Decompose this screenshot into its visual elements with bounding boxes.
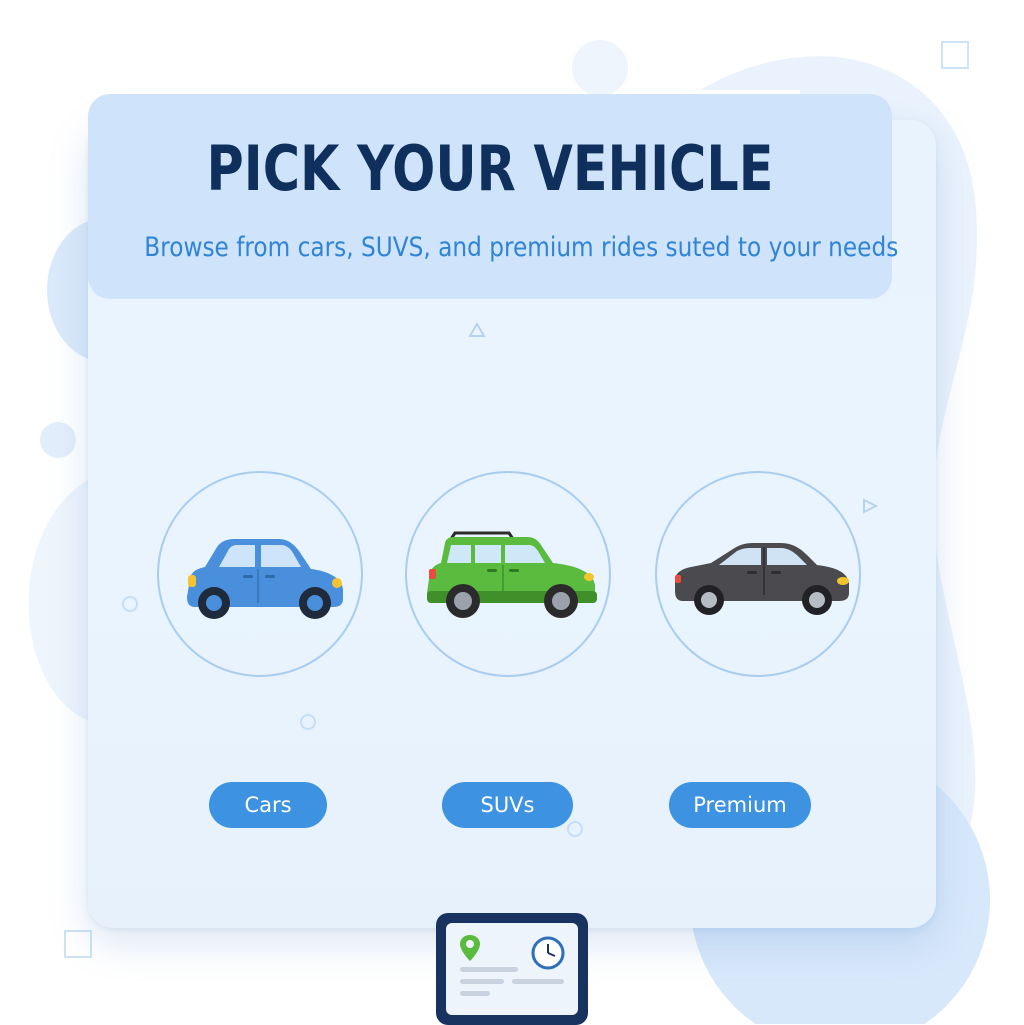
tablet-device <box>436 913 588 1025</box>
page-subtitle: Browse from cars, SUVS, and premium ride… <box>144 232 899 263</box>
decorative-ring <box>122 596 138 612</box>
vehicle-option-cars[interactable] <box>157 471 363 677</box>
tablet-screen-content <box>460 935 565 996</box>
clock-icon <box>531 936 565 970</box>
hatchback-car-icon <box>187 539 343 619</box>
page-title: PICK YOUR VEHICLE <box>206 132 774 205</box>
map-pin-icon <box>460 935 480 961</box>
cars-button[interactable]: Cars <box>209 782 327 828</box>
decorative-square <box>941 41 969 69</box>
vehicle-option-premium[interactable] <box>655 471 861 677</box>
tablet-screen <box>446 923 578 1015</box>
vehicle-option-suvs[interactable] <box>405 471 611 677</box>
decorative-square <box>64 930 92 958</box>
decorative-triangle <box>468 322 486 337</box>
decorative-ring <box>567 821 583 837</box>
sedan-car-icon <box>675 543 849 615</box>
premium-button[interactable]: Premium <box>669 782 811 828</box>
decorative-ring <box>300 714 316 730</box>
suvs-button[interactable]: SUVs <box>442 782 573 828</box>
suv-icon <box>427 531 597 618</box>
